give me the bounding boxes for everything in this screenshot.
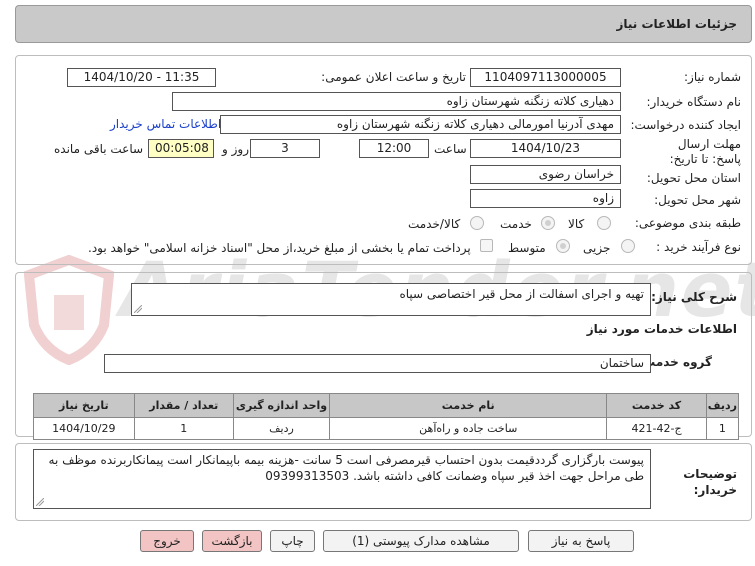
cell-row: 1 — [705, 417, 740, 440]
exit-button[interactable]: خروج — [140, 530, 194, 552]
days-field[interactable]: 3 — [250, 139, 320, 158]
city-field[interactable]: زاوه — [470, 189, 621, 208]
contact-buyer-link[interactable]: اطلاعات تماس خریدار — [110, 117, 221, 131]
col-name: نام خدمت — [329, 393, 608, 418]
category-khedmat-radio[interactable] — [541, 216, 555, 230]
process-medium-label: متوسط — [508, 241, 546, 255]
city-label: شهر محل تحویل: — [654, 193, 741, 207]
resize-grip-icon[interactable] — [134, 305, 142, 313]
province-field[interactable]: خراسان رضوی — [470, 165, 621, 184]
services-table-header: ردیف کد خدمت نام خدمت واحد اندازه گیری ت… — [33, 393, 740, 418]
buyer-org-field[interactable]: دهیاری کلاته زنگنه شهرستان زاوه — [172, 92, 621, 111]
attachments-button[interactable]: مشاهده مدارک پیوستی (1) — [323, 530, 519, 552]
reply-button[interactable]: پاسخ به نیاز — [528, 530, 634, 552]
need-number-field[interactable]: 1104097113000005 — [470, 68, 621, 87]
col-qty: تعداد / مقدار — [133, 393, 234, 418]
deadline-label: مهلت ارسال پاسخ: تا تاریخ: — [669, 137, 741, 166]
buyer-notes-label: توضیحات خریدار: — [683, 467, 737, 497]
back-button[interactable]: بازگشت — [202, 530, 262, 552]
col-row: ردیف — [705, 393, 740, 418]
province-label: استان محل تحویل: — [646, 171, 741, 185]
summary-field[interactable]: تهیه و اجرای اسفالت از محل قیر اختصاصی س… — [131, 283, 651, 316]
cell-unit: ردیف — [232, 417, 331, 440]
creator-label: ایجاد کننده درخواست: — [630, 118, 741, 132]
col-code: کد خدمت — [606, 393, 707, 418]
table-row: 1 ج-42-421 ساخت جاده و راه‌آهن ردیف 1 14… — [33, 417, 740, 440]
deadline-date-field[interactable]: 1404/10/23 — [470, 139, 621, 158]
col-date: تاریخ نیاز — [33, 393, 135, 418]
page-title: جزئیات اطلاعات نیاز — [616, 17, 737, 31]
need-number-label: شماره نیاز: — [684, 70, 741, 84]
print-button[interactable]: چاپ — [270, 530, 315, 552]
payment-note: پرداخت تمام یا بخشی از مبلغ خرید،از محل … — [88, 241, 471, 255]
days-label: روز و — [222, 142, 249, 156]
buyer-org-label: نام دستگاه خریدار: — [646, 95, 742, 109]
buyer-notes-text: پیوست بارگزاری گرددقیمت بدون احتساب قیرم… — [48, 453, 644, 483]
remaining-label: ساعت باقی مانده — [54, 142, 144, 156]
category-both-radio[interactable] — [470, 216, 484, 230]
creator-field[interactable]: مهدی آدرنیا امورمالی دهیاری کلاته زنگنه … — [220, 115, 621, 134]
page-header: جزئیات اطلاعات نیاز — [15, 5, 752, 43]
time-label: ساعت — [434, 142, 467, 156]
category-khedmat-label: خدمت — [500, 217, 532, 231]
col-unit: واحد اندازه گیری — [232, 393, 331, 418]
category-kala-label: کالا — [568, 217, 585, 231]
treasury-checkbox[interactable] — [480, 239, 493, 252]
cell-qty: 1 — [133, 417, 234, 440]
category-kala-radio[interactable] — [597, 216, 611, 230]
cell-date: 1404/10/29 — [33, 417, 135, 440]
summary-text: تهیه و اجرای اسفالت از محل قیر اختصاصی س… — [399, 287, 644, 301]
category-label: طبقه بندی موضوعی: — [634, 216, 741, 230]
cell-code: ج-42-421 — [606, 417, 707, 440]
category-both-label: کالا/خدمت — [408, 217, 461, 231]
announce-label: تاریخ و ساعت اعلان عمومی: — [321, 70, 466, 84]
process-medium-radio[interactable] — [556, 239, 570, 253]
services-section-title: اطلاعات خدمات مورد نیاز — [586, 322, 737, 336]
deadline-time-field[interactable]: 12:00 — [359, 139, 429, 158]
resize-grip-icon[interactable] — [36, 498, 44, 506]
service-group-field[interactable]: ساختمان — [104, 354, 651, 373]
process-label: نوع فرآیند خرید : — [656, 240, 741, 254]
process-small-label: جزیی — [583, 241, 611, 255]
services-table: ردیف کد خدمت نام خدمت واحد اندازه گیری ت… — [33, 393, 740, 440]
cell-name: ساخت جاده و راه‌آهن — [329, 417, 608, 440]
announce-field[interactable]: 1404/10/20 - 11:35 — [67, 68, 216, 87]
summary-label: شرح کلی نیاز: — [651, 290, 737, 304]
process-small-radio[interactable] — [621, 239, 635, 253]
remaining-time-field: 00:05:08 — [148, 139, 214, 158]
buyer-notes-field[interactable]: پیوست بارگزاری گرددقیمت بدون احتساب قیرم… — [33, 449, 651, 509]
